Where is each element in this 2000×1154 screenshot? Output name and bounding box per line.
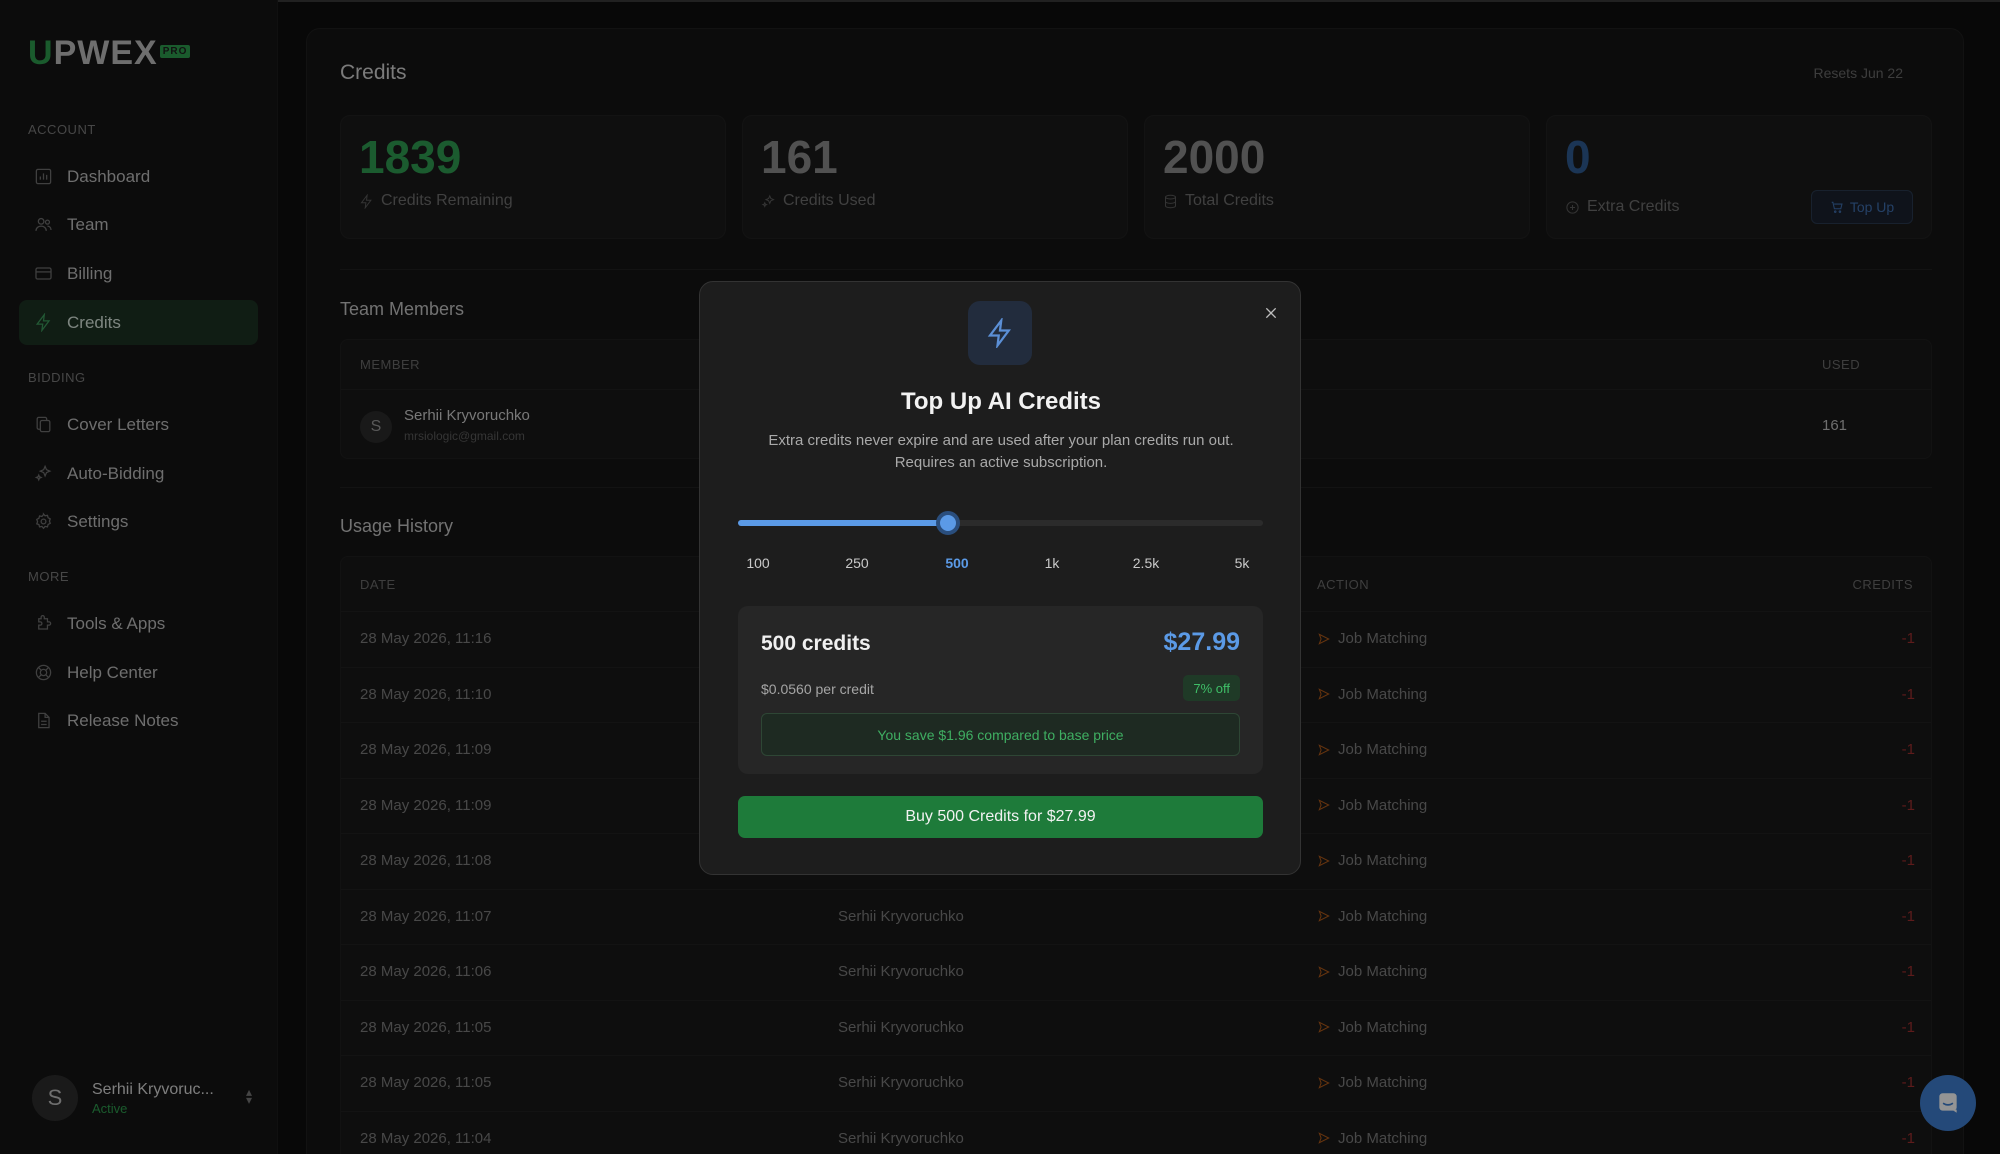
slider-tick[interactable]: 2.5k [1133, 555, 1159, 571]
selected-credits: 500 credits [761, 632, 871, 655]
price-per-credit: $0.0560 per credit [761, 681, 874, 697]
discount-badge: 7% off [1183, 675, 1240, 701]
slider-tick[interactable]: 1k [1045, 555, 1060, 571]
slider-thumb[interactable] [936, 511, 960, 535]
savings-note: You save $1.96 compared to base price [761, 713, 1240, 756]
credits-slider[interactable] [738, 511, 1263, 535]
slider-tick[interactable]: 250 [845, 555, 868, 571]
slider-tick[interactable]: 5k [1235, 555, 1250, 571]
slider-tick[interactable]: 100 [746, 555, 769, 571]
selected-price: $27.99 [1163, 628, 1240, 656]
bolt-icon [968, 301, 1032, 365]
modal-title: Top Up AI Credits [901, 388, 1101, 415]
close-icon [1265, 307, 1277, 319]
close-button[interactable] [1260, 302, 1282, 324]
modal-description: Extra credits never expire and are used … [768, 432, 1234, 471]
buy-credits-button[interactable]: Buy 500 Credits for $27.99 [738, 796, 1263, 838]
price-summary: 500 credits $27.99 $0.0560 per credit 7%… [738, 606, 1263, 774]
top-up-modal: Top Up AI Credits Extra credits never ex… [699, 281, 1301, 875]
slider-fill [738, 520, 948, 526]
slider-tick[interactable]: 500 [945, 555, 968, 571]
